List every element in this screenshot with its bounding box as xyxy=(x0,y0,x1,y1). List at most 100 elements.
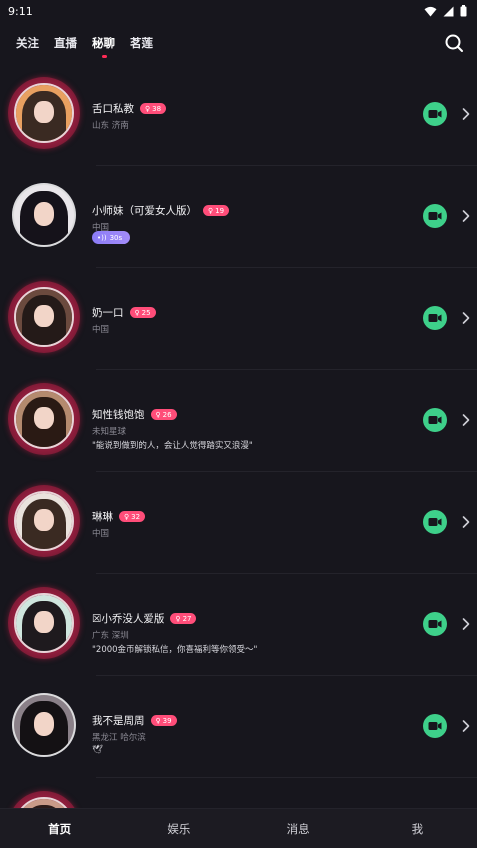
age-badge: ♀ 32 xyxy=(119,511,146,522)
age-badge: ♀ 38 xyxy=(140,103,167,114)
age-value: 38 xyxy=(152,104,162,113)
avatar-photo xyxy=(14,287,74,347)
video-call-button[interactable] xyxy=(423,102,447,126)
list-item[interactable]: 琳琳 ♀ 32 中国 xyxy=(0,472,477,574)
user-location: 黑龙江 哈尔滨 xyxy=(92,733,146,743)
video-call-button[interactable] xyxy=(423,510,447,534)
user-name: 小师妹（可爱女人版） xyxy=(92,205,197,217)
name-line: 小师妹（可爱女人版） ♀ 19 xyxy=(92,203,230,218)
female-icon: ♀ xyxy=(124,512,130,521)
user-name: 奶一口 xyxy=(92,307,124,319)
nav-home[interactable]: 首页 xyxy=(0,821,119,837)
age-badge: ♀ 26 xyxy=(150,409,177,420)
list-item[interactable]: 舌口私教 ♀ 38 山东 济南 xyxy=(0,64,477,166)
user-list: 舌口私教 ♀ 38 山东 济南 小师妹（可爱女人版） ♀ 19 中国 •)) 30s 奶一口 ♀ 25 中… xyxy=(0,64,477,848)
avatar-photo xyxy=(13,184,75,246)
name-line: ☒小乔没人爱版 ♀ 27 xyxy=(92,611,197,626)
list-item[interactable]: 奶一口 ♀ 25 中国 xyxy=(0,268,477,370)
voice-wave-icon: •)) xyxy=(97,233,107,242)
user-signature: "2000金币解锁私信，你喜福利等你领受～" xyxy=(92,645,258,655)
avatar[interactable] xyxy=(8,77,80,149)
user-name: 我不是周周 xyxy=(92,715,145,727)
female-icon: ♀ xyxy=(134,308,140,317)
chevron-right-icon[interactable] xyxy=(461,308,471,328)
female-icon: ♀ xyxy=(155,410,161,419)
avatar-photo xyxy=(14,389,74,449)
video-call-button[interactable] xyxy=(423,408,447,432)
user-name: ☒小乔没人爱版 xyxy=(92,613,165,625)
name-line: 我不是周周 ♀ 39 xyxy=(92,713,177,728)
video-call-button[interactable] xyxy=(423,306,447,330)
avatar[interactable] xyxy=(12,693,76,757)
age-badge: ♀ 27 xyxy=(170,613,197,624)
list-item[interactable]: 小师妹（可爱女人版） ♀ 19 中国 •)) 30s xyxy=(0,166,477,268)
name-line: 琳琳 ♀ 32 xyxy=(92,509,146,524)
video-camera-icon xyxy=(428,314,442,322)
female-icon: ♀ xyxy=(208,206,214,215)
chevron-right-icon[interactable] xyxy=(461,512,471,532)
avatar-photo xyxy=(14,83,74,143)
list-item[interactable]: 我不是周周 ♀ 39 黑龙江 哈尔滨 🕊 xyxy=(0,676,477,778)
user-location: 中国 xyxy=(92,529,110,539)
chevron-right-icon[interactable] xyxy=(461,206,471,226)
avatar-photo xyxy=(14,491,74,551)
age-value: 27 xyxy=(182,614,192,623)
avatar[interactable] xyxy=(8,587,80,659)
age-badge: ♀ 25 xyxy=(129,307,156,318)
list-item[interactable]: 知性钱饱饱 ♀ 26 未知星球 "能说到做到的人，会让人觉得踏实又浪漫" xyxy=(0,370,477,472)
top-tabs: 关注 直播 秘聊 茗莲 xyxy=(0,26,477,60)
video-call-button[interactable] xyxy=(423,204,447,228)
video-call-button[interactable] xyxy=(423,612,447,636)
female-icon: ♀ xyxy=(155,716,161,725)
video-camera-icon xyxy=(428,722,442,730)
nav-messages[interactable]: 消息 xyxy=(239,821,358,837)
status-time: 9:11 xyxy=(8,4,33,18)
chevron-right-icon[interactable] xyxy=(461,104,471,124)
user-location: 山东 济南 xyxy=(92,121,129,131)
chevron-right-icon[interactable] xyxy=(461,716,471,736)
chevron-right-icon[interactable] xyxy=(461,410,471,430)
female-icon: ♀ xyxy=(175,614,181,623)
video-camera-icon xyxy=(428,620,442,628)
user-location: 广东 深圳 xyxy=(92,631,129,641)
signal-icon xyxy=(443,6,454,16)
user-name: 琳琳 xyxy=(92,511,113,523)
tab-live[interactable]: 直播 xyxy=(54,28,77,58)
user-location: 中国 xyxy=(92,325,110,335)
female-icon: ♀ xyxy=(145,104,151,113)
video-camera-icon xyxy=(428,518,442,526)
avatar[interactable] xyxy=(8,485,80,557)
tab-follow[interactable]: 关注 xyxy=(16,28,39,58)
list-item[interactable]: ☒小乔没人爱版 ♀ 27 广东 深圳 "2000金币解锁私信，你喜福利等你领受～" xyxy=(0,574,477,676)
name-line: 奶一口 ♀ 25 xyxy=(92,305,156,320)
user-name: 知性钱饱饱 xyxy=(92,409,145,421)
wifi-icon xyxy=(424,6,437,16)
search-icon[interactable] xyxy=(443,32,465,54)
avatar-photo xyxy=(14,593,74,653)
avatar[interactable] xyxy=(8,281,80,353)
user-name: 舌口私教 xyxy=(92,103,134,115)
nav-me[interactable]: 我 xyxy=(358,821,477,837)
tab-mingliang[interactable]: 茗莲 xyxy=(130,28,153,58)
age-badge: ♀ 39 xyxy=(150,715,177,726)
bottom-nav: 首页 娱乐 消息 我 xyxy=(0,808,477,848)
avatar[interactable] xyxy=(8,383,80,455)
age-value: 19 xyxy=(215,206,225,215)
tab-private-chat[interactable]: 秘聊 xyxy=(92,28,115,58)
voice-duration: 30s xyxy=(109,233,123,242)
user-signature: "能说到做到的人，会让人觉得踏实又浪漫" xyxy=(92,441,253,451)
age-value: 32 xyxy=(131,512,141,521)
name-line: 舌口私教 ♀ 38 xyxy=(92,101,167,116)
video-camera-icon xyxy=(428,212,442,220)
voice-message[interactable]: •)) 30s xyxy=(92,231,130,244)
age-value: 39 xyxy=(162,716,172,725)
user-location: 未知星球 xyxy=(92,427,127,437)
avatar[interactable] xyxy=(12,183,76,247)
battery-icon xyxy=(460,5,467,17)
nav-entertainment[interactable]: 娱乐 xyxy=(119,821,238,837)
video-call-button[interactable] xyxy=(423,714,447,738)
age-badge: ♀ 19 xyxy=(203,205,230,216)
chevron-right-icon[interactable] xyxy=(461,614,471,634)
age-value: 25 xyxy=(141,308,151,317)
video-camera-icon xyxy=(428,416,442,424)
